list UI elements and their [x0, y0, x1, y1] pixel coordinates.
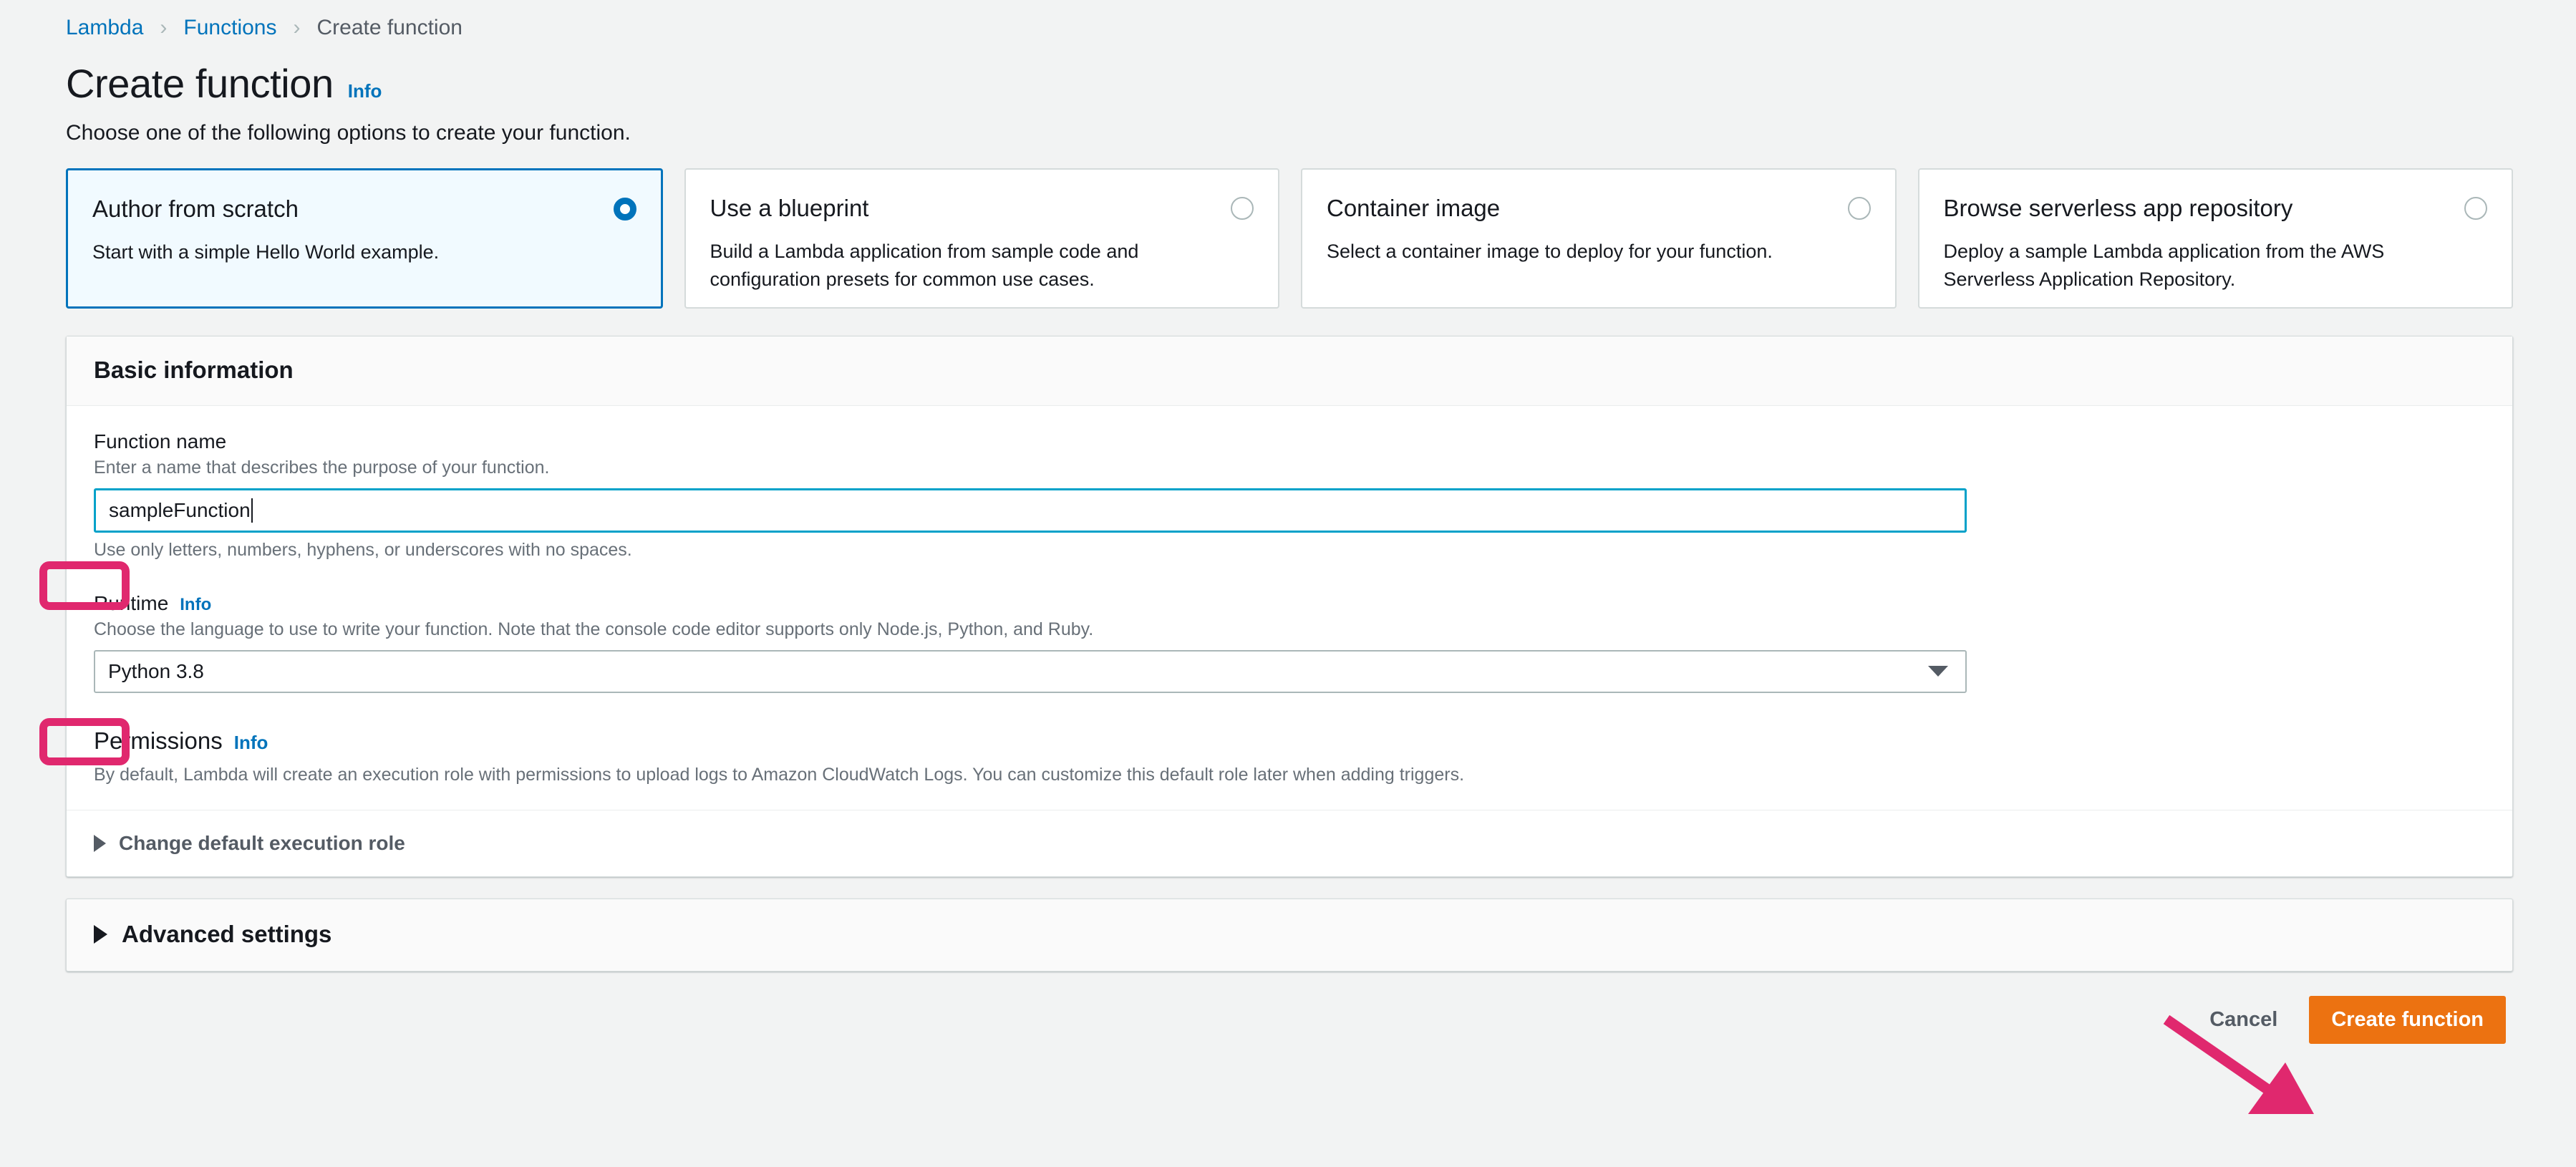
breadcrumb-separator-icon: › — [160, 16, 168, 39]
runtime-label: Runtime — [94, 591, 169, 614]
triangle-right-icon — [94, 834, 106, 852]
breadcrumb: Lambda › Functions › Create function — [57, 0, 2519, 56]
breadcrumb-separator-icon: › — [293, 16, 301, 39]
function-name-input-value: sampleFunction — [109, 498, 251, 521]
permissions-label-row: Permissions Info — [94, 727, 2485, 755]
option-card-header: Use a blueprint — [710, 194, 1254, 223]
page-info-link[interactable]: Info — [348, 80, 382, 102]
cancel-button[interactable]: Cancel — [2209, 1008, 2277, 1032]
function-name-input[interactable]: sampleFunction — [94, 488, 1967, 533]
basic-information-panel: Basic information Function name Enter a … — [66, 335, 2513, 877]
radio-button-icon[interactable] — [2464, 196, 2487, 220]
option-card-description: Select a container image to deploy for y… — [1327, 241, 1773, 263]
function-name-hint: Enter a name that describes the purpose … — [94, 457, 550, 478]
runtime-hint: Choose the language to use to write your… — [94, 619, 1094, 639]
option-card-title: Use a blueprint — [710, 194, 869, 221]
function-name-input-wrapper: sampleFunction — [94, 488, 2485, 533]
option-card-title: Author from scratch — [92, 195, 299, 222]
function-name-label: Function name — [94, 430, 227, 452]
text-cursor — [251, 498, 253, 523]
runtime-info-link[interactable]: Info — [180, 595, 211, 615]
page-title: Create function — [66, 61, 334, 106]
form-actions: Cancel Create function — [57, 995, 2513, 1045]
function-name-constraint: Use only letters, numbers, hyphens, or u… — [94, 539, 632, 560]
function-name-label-row: Function name — [94, 430, 2485, 453]
permissions-description: By default, Lambda will create an execut… — [94, 764, 1465, 785]
breadcrumb-item-lambda[interactable]: Lambda — [66, 16, 143, 40]
runtime-select-wrapper: Python 3.8 — [94, 649, 2485, 693]
permissions-info-link[interactable]: Info — [234, 732, 268, 754]
option-card-title: Container image — [1327, 194, 1501, 221]
advanced-settings-label: Advanced settings — [122, 920, 332, 947]
basic-information-body: Function name Enter a name that describe… — [67, 406, 2512, 810]
basic-information-title: Basic information — [94, 356, 294, 383]
permissions-label: Permissions — [94, 727, 223, 754]
option-card-title: Browse serverless app repository — [1943, 194, 2293, 221]
radio-button-selected-icon[interactable] — [613, 197, 636, 221]
breadcrumb-item-functions[interactable]: Functions — [183, 16, 276, 40]
option-card-description: Deploy a sample Lambda application from … — [1943, 241, 2385, 290]
runtime-select[interactable]: Python 3.8 — [94, 649, 1967, 693]
option-card-description: Build a Lambda application from sample c… — [710, 241, 1139, 290]
radio-button-icon[interactable] — [1847, 196, 1871, 220]
triangle-right-icon — [94, 924, 107, 944]
option-card-header: Browse serverless app repository — [1943, 194, 2487, 223]
creation-option-cards: Author from scratch Start with a simple … — [57, 168, 2519, 309]
page-header: Create function Info — [57, 61, 2519, 106]
advanced-settings-expander[interactable]: Advanced settings — [66, 898, 2513, 972]
runtime-selected-value: Python 3.8 — [108, 659, 204, 682]
runtime-field: Runtime Info Choose the language to use … — [94, 592, 2485, 693]
function-name-field: Function name Enter a name that describe… — [94, 430, 2485, 561]
option-card-browse-serverless-app-repository[interactable]: Browse serverless app repository Deploy … — [1917, 168, 2513, 309]
chevron-down-icon — [1928, 666, 1948, 677]
change-default-execution-role-expander[interactable]: Change default execution role — [67, 809, 2512, 876]
create-function-button[interactable]: Create function — [2309, 995, 2506, 1045]
permissions-block: Permissions Info By default, Lambda will… — [94, 727, 2485, 810]
breadcrumb-item-create-function: Create function — [316, 16, 463, 39]
option-card-header: Author from scratch — [92, 195, 636, 223]
basic-information-header: Basic information — [67, 336, 2512, 406]
option-card-description: Start with a simple Hello World example. — [92, 241, 440, 263]
option-card-container-image[interactable]: Container image Select a container image… — [1301, 168, 1897, 309]
option-card-header: Container image — [1327, 194, 1871, 223]
option-card-author-from-scratch[interactable]: Author from scratch Start with a simple … — [66, 168, 663, 309]
option-card-use-a-blueprint[interactable]: Use a blueprint Build a Lambda applicati… — [684, 168, 1279, 309]
page-subtitle: Choose one of the following options to c… — [66, 120, 631, 145]
create-function-page: Lambda › Functions › Create function Cre… — [0, 0, 2576, 1167]
radio-button-icon[interactable] — [1231, 196, 1254, 220]
change-default-execution-role-label: Change default execution role — [119, 831, 405, 854]
runtime-label-row: Runtime Info — [94, 592, 2485, 615]
